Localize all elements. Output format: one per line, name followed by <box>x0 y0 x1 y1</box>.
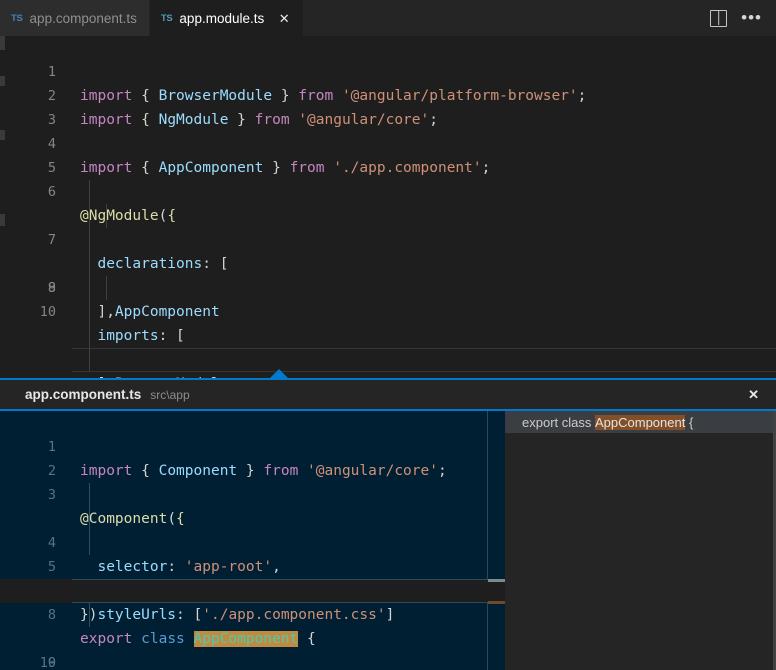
cursor-marker <box>488 579 505 582</box>
typescript-file-icon: TS <box>11 13 23 24</box>
editor-app-module-ts[interactable]: 1 import { BrowserModule } from '@angula… <box>0 36 776 378</box>
code-line: 7 declarations: [ <box>0 180 776 204</box>
peek-results-list[interactable]: export class AppComponent { <box>505 411 776 670</box>
code-line: 1 import { Component } from '@angular/co… <box>0 411 505 435</box>
peek-file-name: app.component.ts <box>25 387 141 402</box>
peek-overview-ruler[interactable] <box>488 411 505 670</box>
code-line: 12 ], <box>0 300 776 324</box>
code-line: 3 @Component({ <box>0 459 505 483</box>
code-line: 7 }) <box>0 555 505 579</box>
code-line-current: 14 bootstrap: [AppComponent] <box>0 348 776 372</box>
more-actions-icon[interactable]: ••• <box>741 13 762 23</box>
result-suffix: { <box>685 415 693 430</box>
code-line: 2 import { NgModule } from '@angular/cor… <box>0 60 776 84</box>
result-match-highlight: AppComponent <box>595 415 685 430</box>
code-line: 10 imports: [ <box>0 252 776 276</box>
code-line: 1 import { BrowserModule } from '@angula… <box>0 36 776 60</box>
vscode-window: TS app.component.ts TS app.module.ts ✕ •… <box>0 0 776 670</box>
tab-app-component-ts[interactable]: TS app.component.ts <box>0 0 150 36</box>
code-content: 1 import { BrowserModule } from '@angula… <box>0 36 776 372</box>
code-line: 9 ], <box>0 228 776 252</box>
code-line: 8 AppComponent <box>0 204 776 228</box>
peek-header: app.component.ts src\app ✕ <box>0 380 776 409</box>
typescript-file-icon: TS <box>161 13 173 24</box>
code-line: 13 providers: [], <box>0 324 776 348</box>
code-line: 5 <box>0 132 776 156</box>
peek-pointer-arrow <box>270 369 288 378</box>
tab-label: app.module.ts <box>179 11 264 26</box>
peek-file-path: src\app <box>150 388 189 402</box>
code-line: 4 import { AppComponent } from './app.co… <box>0 108 776 132</box>
peek-definition-view: app.component.ts src\app ✕ 1 import { Co… <box>0 378 776 670</box>
tab-label: app.component.ts <box>30 11 137 26</box>
editor-tab-bar: TS app.component.ts TS app.module.ts ✕ •… <box>0 0 776 36</box>
code-line: 11 <box>0 651 505 670</box>
code-line: 4 selector: 'app-root', <box>0 483 505 507</box>
split-editor-icon[interactable] <box>710 10 727 27</box>
editor-actions: ••• <box>710 0 776 36</box>
code-line: 2 <box>0 435 505 459</box>
code-line: 10 } <box>0 627 505 651</box>
code-line: 5 templateUrl: './app.component.html', <box>0 507 505 531</box>
code-line: 11 BrowserModule <box>0 276 776 300</box>
peek-editor-app-component-ts[interactable]: 1 import { Component } from '@angular/co… <box>0 411 505 670</box>
split-editor-divider <box>718 11 720 25</box>
code-line: 3 <box>0 84 776 108</box>
code-line-current: 8 export class AppComponent { <box>0 579 505 603</box>
peek-code-content: 1 import { Component } from '@angular/co… <box>0 411 505 670</box>
result-prefix: export class <box>522 415 595 430</box>
match-marker <box>488 601 505 604</box>
code-line: 6 @NgModule({ <box>0 156 776 180</box>
tab-app-module-ts[interactable]: TS app.module.ts ✕ <box>150 0 304 36</box>
peek-result-row[interactable]: export class AppComponent { <box>505 411 776 433</box>
close-icon[interactable]: ✕ <box>277 12 291 25</box>
peek-body: 1 import { Component } from '@angular/co… <box>0 411 776 670</box>
code-line: 6 styleUrls: ['./app.component.css'] <box>0 531 505 555</box>
close-icon[interactable]: ✕ <box>748 387 766 403</box>
code-line: 9 title = 'app'; <box>0 603 505 627</box>
